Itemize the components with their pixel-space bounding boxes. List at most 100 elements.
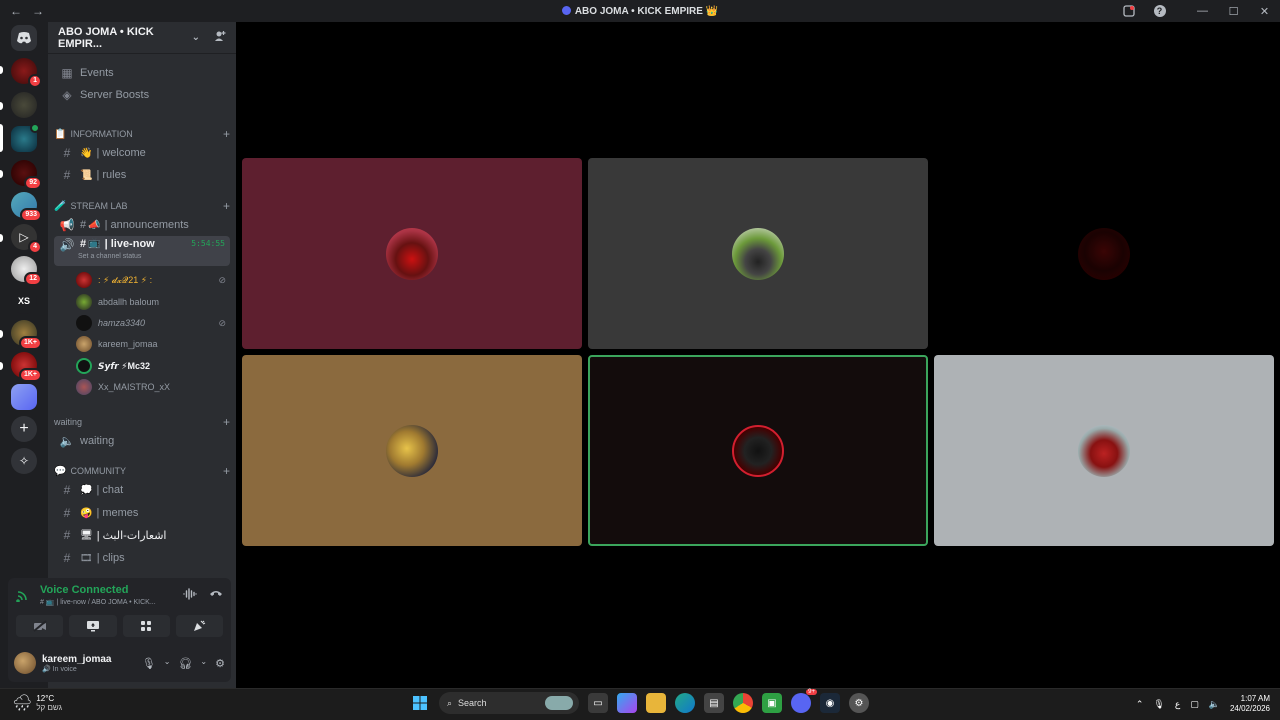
category-stream-lab[interactable]: 🧪 STREAM LAB + (54, 199, 230, 213)
invite-people-icon[interactable] (214, 30, 226, 45)
volume-icon[interactable]: 🔈 (1209, 699, 1220, 710)
category-waiting[interactable]: waiting + (54, 415, 230, 429)
channel-clips[interactable]: # 🎞 | clips (54, 548, 230, 568)
server-header[interactable]: ABO JOMA • KICK EMPIR... ⌄ (48, 22, 236, 54)
soundboard-button[interactable] (175, 615, 223, 637)
muted-icon: ⊘ (218, 274, 226, 285)
hash-icon: # (63, 146, 71, 160)
server-icon-1[interactable]: 1 (11, 58, 42, 88)
voice-user[interactable]: : ⚡ 𝓭𝔁𝓠21 ⚡ : ⊘ (76, 270, 230, 290)
title-bar: ← → ABO JOMA • KICK EMPIRE 👑 ? — ☐ ✕ (0, 0, 1280, 22)
username[interactable]: kareem_jomaa (42, 654, 112, 665)
steam-icon[interactable]: ◉ (820, 693, 840, 713)
server-icon-8[interactable]: 1K+ (11, 352, 42, 382)
help-button[interactable]: ? (1144, 0, 1175, 22)
input-language[interactable]: ع (1175, 699, 1180, 710)
file-explorer-icon[interactable] (646, 693, 666, 713)
clock[interactable]: 1:07 AM 24/02/2026 (1230, 694, 1270, 714)
inbox-icon[interactable] (1113, 0, 1144, 22)
channel-welcome[interactable]: # 👋 | welcome (54, 143, 230, 163)
weather-widget[interactable]: 🌧 12°C גשם קל (12, 693, 62, 713)
voice-user[interactable]: 𝙎𝙮𝙛𝙧 ⚡Mc32 (76, 356, 230, 376)
activities-button[interactable] (122, 615, 170, 637)
microsoft-store-icon[interactable]: ▤ (704, 693, 724, 713)
channel-rules[interactable]: # 📜 | rules (54, 165, 230, 185)
category-information[interactable]: 📋 INFORMATION + (54, 127, 230, 141)
share-screen-button[interactable] (69, 615, 117, 637)
server-icon-3[interactable]: 92 (11, 160, 42, 190)
participant-tile[interactable] (588, 158, 928, 349)
settings-app-icon[interactable]: ⚙ (849, 693, 869, 713)
voice-status[interactable]: Voice Connected (40, 584, 128, 596)
participant-avatar (386, 424, 438, 477)
server-boosts-link[interactable]: ◈ Server Boosts (54, 85, 230, 105)
server-icon-4[interactable]: 933 (11, 192, 42, 222)
edge-browser-icon[interactable] (675, 693, 695, 713)
participant-tile[interactable] (242, 355, 582, 546)
server-icon-9[interactable] (11, 384, 37, 410)
channel-live-now[interactable]: 🔊 # 📺 | live-now 5:54:55 Set a channel stat… (54, 236, 230, 266)
add-channel-icon[interactable]: + (223, 415, 230, 429)
chevron-down-icon[interactable]: ⌄ (164, 657, 171, 670)
add-channel-icon[interactable]: + (223, 199, 230, 213)
server-icon-abo-joma[interactable] (11, 123, 40, 152)
headphones-icon[interactable]: 🎧︎ (178, 657, 192, 670)
camera-off-button[interactable] (16, 615, 64, 637)
back-arrow-icon[interactable]: ← (10, 4, 22, 18)
user-avatar[interactable] (14, 652, 36, 674)
channel-waiting[interactable]: 🔈 waiting (54, 431, 230, 451)
noise-suppression-icon[interactable] (183, 588, 197, 603)
avatar (76, 272, 92, 288)
participant-tile[interactable] (242, 158, 582, 349)
channel-announcements[interactable]: 📢 # 📣 | announcements (54, 215, 230, 235)
server-icon-2[interactable] (11, 92, 37, 118)
minimize-button[interactable]: — (1187, 0, 1218, 22)
tray-overflow-chevron-icon[interactable]: ⌃ (1136, 699, 1144, 710)
voice-user[interactable]: Xx_MAISTRO_xX (76, 377, 230, 397)
server-icon-6[interactable]: 12 (11, 256, 42, 286)
discord-home-button[interactable] (11, 25, 37, 51)
participant-tile[interactable] (934, 355, 1274, 546)
windows-start-icon[interactable] (410, 693, 430, 713)
avatar-speaking (76, 358, 92, 374)
channel-status-prompt[interactable]: Set a channel status (78, 253, 141, 260)
channel-stream-notifications[interactable]: # 🖥 | اشعارات-البث (54, 525, 230, 545)
signal-icon[interactable] (16, 588, 30, 605)
add-channel-icon[interactable]: + (223, 464, 230, 478)
close-button[interactable]: ✕ (1249, 0, 1280, 22)
server-icon-5[interactable]: ▷ 4 (11, 224, 42, 254)
voice-user[interactable]: hamza3340 ⊘ (76, 313, 230, 333)
chrome-icon[interactable] (733, 693, 753, 713)
microphone-icon[interactable]: 🎙︎ (142, 657, 156, 670)
participant-tile-speaking[interactable] (588, 355, 928, 546)
network-icon[interactable]: ▢ (1190, 699, 1199, 710)
settings-gear-icon[interactable]: ⚙ (215, 657, 225, 670)
disconnect-icon[interactable] (209, 588, 223, 603)
taskbar-search[interactable]: ⌕ Search (439, 692, 579, 714)
avatar (76, 336, 92, 352)
channel-chat[interactable]: # 💭 | chat (54, 480, 230, 500)
voice-channel-path[interactable]: # 📺 | live-now / ABO JOMA • KICK... (40, 598, 156, 606)
tray-microphone-icon[interactable]: 🎙︎ (1153, 699, 1164, 710)
explore-servers-icon[interactable]: ✧ (11, 448, 37, 474)
participant-avatar (1078, 424, 1130, 477)
voice-user[interactable]: abdallh baloum (76, 292, 230, 312)
green-app-icon[interactable]: ▣ (762, 693, 782, 713)
channel-memes[interactable]: # 🤪 | memes (54, 503, 230, 523)
events-link[interactable]: ▦ Events (54, 63, 230, 83)
add-server-icon[interactable]: + (11, 416, 37, 442)
category-community[interactable]: 💬 COMMUNITY + (54, 464, 230, 478)
copilot-icon[interactable] (617, 693, 637, 713)
task-view-icon[interactable]: ▭ (588, 693, 608, 713)
voice-user[interactable]: kareem_jomaa (76, 334, 230, 354)
participant-tile[interactable] (934, 158, 1274, 349)
system-tray: ⌃ 🎙︎ ع ▢ 🔈 1:07 AM 24/02/2026 (1136, 694, 1270, 714)
chevron-down-icon[interactable]: ⌄ (200, 657, 207, 670)
server-icon-xs[interactable]: XS (11, 288, 37, 314)
server-icon-7[interactable]: 1K+ (11, 320, 42, 350)
maximize-button[interactable]: ☐ (1218, 0, 1249, 22)
mention-badge: 933 (20, 208, 42, 222)
add-channel-icon[interactable]: + (223, 127, 230, 141)
forward-arrow-icon[interactable]: → (32, 4, 44, 18)
discord-taskbar-icon[interactable]: 9+ (791, 689, 817, 713)
